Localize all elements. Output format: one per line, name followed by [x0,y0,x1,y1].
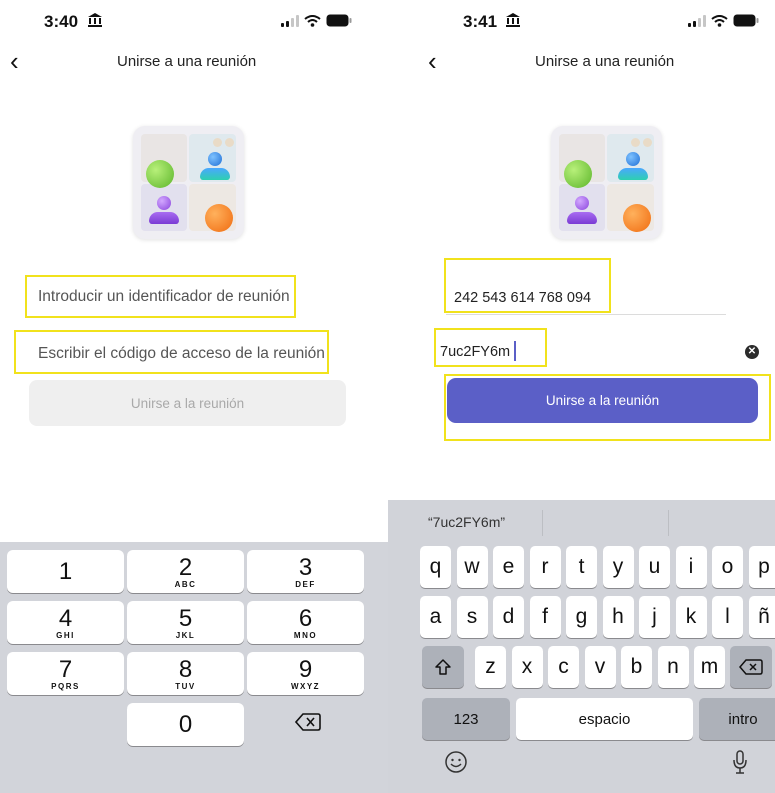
wifi-icon [711,14,728,27]
key-6[interactable]: 6 MNO [247,601,364,644]
numbers-key[interactable]: 123 [422,698,510,740]
wifi-icon [304,14,321,27]
bank-icon [88,13,102,27]
numeric-keypad: 1 2 ABC 3 DEF 4 GHI 5 JKL 6 MNO 7 PQRS 8 TUV 9W… [0,542,388,793]
right-screen: 3:41 ‹ Unirse a una reunión 242 543 614 … [388,0,775,793]
key-p[interactable]: p [748,546,775,588]
key-7[interactable]: 7 PQRS [7,652,124,695]
key-ñ[interactable]: ñ [748,596,775,638]
key-i[interactable]: i [675,546,707,588]
meeting-id-underline [446,314,726,315]
emoji-key[interactable] [444,750,468,774]
key-1[interactable]: 1 [7,550,124,593]
battery-icon [733,14,759,27]
dictation-key[interactable] [732,750,748,776]
key-w[interactable]: w [456,546,488,588]
bank-icon [506,13,520,27]
key-l[interactable]: l [712,596,743,638]
page-title: Unirse a una reunión [535,53,675,70]
key-8[interactable]: 8 TUV [127,652,244,695]
key-j[interactable]: j [639,596,670,638]
meeting-illustration [133,126,244,239]
key-2[interactable]: 2 ABC [127,550,244,593]
key-b[interactable]: b [621,646,652,688]
key-r[interactable]: r [529,546,561,588]
key-a[interactable]: a [420,596,451,638]
key-s[interactable]: s [456,596,488,638]
key-9[interactable]: 9 WXYZ [247,652,364,695]
key-z[interactable]: z [475,646,506,688]
key-x[interactable]: x [511,646,543,688]
clear-input-icon[interactable]: ✕ [745,345,759,359]
return-key[interactable]: intro [699,698,775,740]
left-screen: 3:40 ‹ Unirse a una reunión Introducir u… [0,0,388,793]
emoji-icon [445,751,467,773]
key-5[interactable]: 5 JKL [127,601,244,644]
text-keyboard: “7uc2FY6m” qwertyuiop asdfghjklñ zxcvbnm… [388,500,775,793]
key-q[interactable]: q [420,546,451,588]
highlight-meeting-id [25,275,296,318]
back-button[interactable]: ‹ [10,48,19,74]
status-icons [281,14,352,27]
key-u[interactable]: u [639,546,670,588]
page-title: Unirse a una reunión [117,53,257,70]
key-0[interactable]: 0 [127,703,244,746]
highlight-passcode [434,328,547,367]
suggestion-divider [542,510,543,536]
key-f[interactable]: f [529,596,561,638]
key-m[interactable]: m [694,646,725,688]
highlight-meeting-id [444,258,611,313]
key-c[interactable]: c [548,646,579,688]
key-3[interactable]: 3 DEF [247,550,364,593]
key-o[interactable]: o [712,546,743,588]
suggestion-divider [668,510,669,536]
signal-icon [688,14,706,27]
backspace-icon [739,659,763,675]
microphone-icon [733,750,747,774]
status-icons [688,14,759,27]
signal-icon [281,14,299,27]
highlight-passcode [14,330,329,374]
status-time: 3:40 [44,12,79,31]
key-t[interactable]: t [566,546,597,588]
key-y[interactable]: y [602,546,634,588]
key-h[interactable]: h [602,596,634,638]
key-4[interactable]: 4 GHI [7,601,124,644]
status-time: 3:41 [463,12,498,31]
key-k[interactable]: k [675,596,707,638]
key-n[interactable]: n [657,646,689,688]
join-button[interactable]: Unirse a la reunión [29,380,346,426]
shift-key[interactable] [422,646,464,688]
highlight-join-button [444,374,771,441]
key-v[interactable]: v [584,646,616,688]
key-e[interactable]: e [493,546,524,588]
key-g[interactable]: g [566,596,597,638]
autocorrect-suggestion[interactable]: “7uc2FY6m” [428,514,505,530]
delete-key[interactable] [730,646,772,688]
delete-key[interactable] [294,712,321,732]
key-d[interactable]: d [493,596,524,638]
battery-icon [326,14,352,27]
backspace-icon [294,713,321,731]
meeting-illustration [551,126,662,239]
back-button[interactable]: ‹ [428,48,437,74]
space-key[interactable]: espacio [516,698,693,740]
shift-icon [435,659,451,675]
